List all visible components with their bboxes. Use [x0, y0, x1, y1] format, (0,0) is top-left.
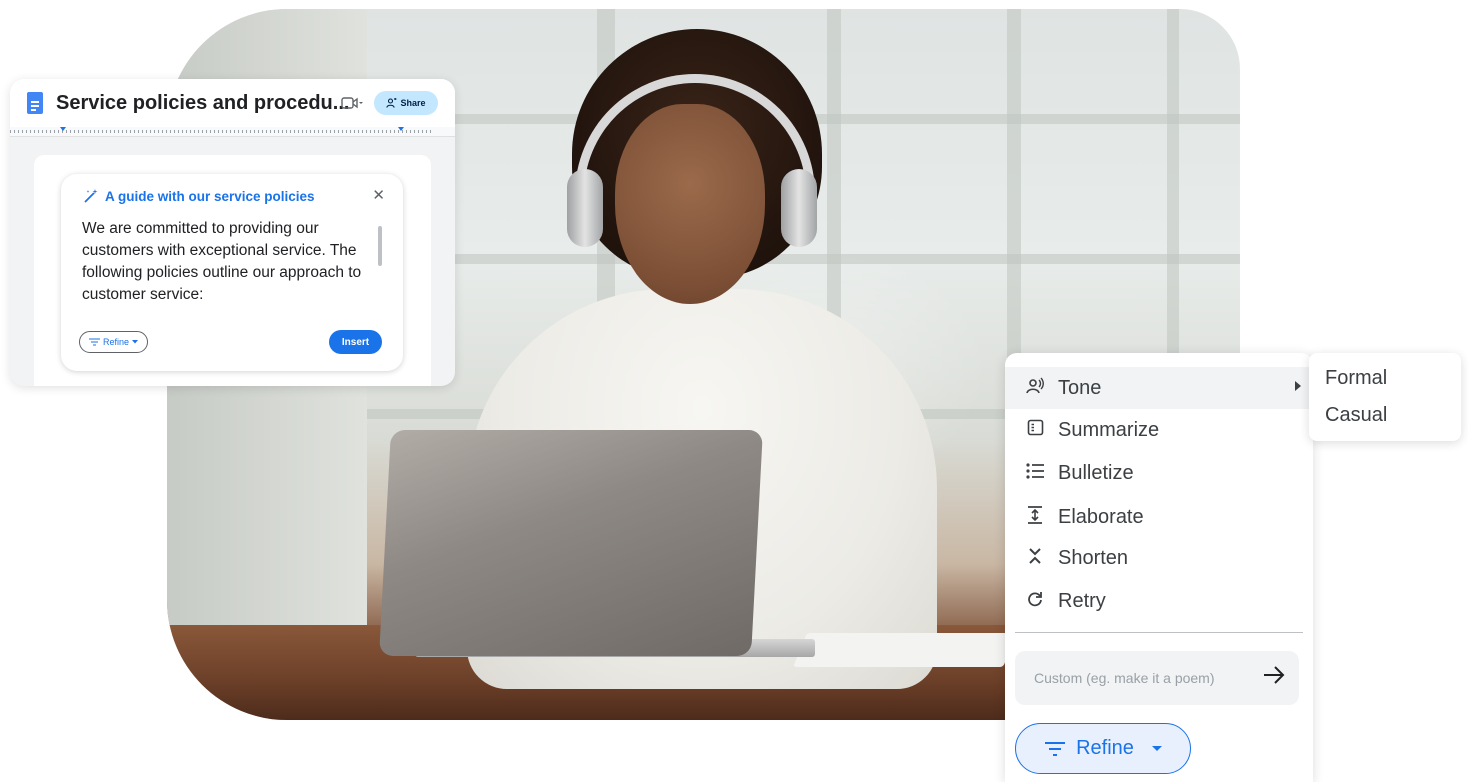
- refine-label: Refine: [1076, 737, 1134, 759]
- menu-item-label: Elaborate: [1058, 505, 1144, 528]
- tone-option-casual[interactable]: Casual: [1325, 404, 1387, 427]
- docs-icon: [27, 92, 43, 114]
- menu-divider: [1015, 632, 1303, 633]
- ai-card-body: We are committed to providing our custom…: [82, 220, 362, 303]
- share-button[interactable]: Share: [374, 91, 438, 115]
- headphone-cup: [567, 169, 603, 247]
- meet-icon[interactable]: [341, 96, 363, 112]
- ai-card-scrollbar[interactable]: [378, 226, 382, 266]
- tone-submenu: Formal Casual: [1309, 353, 1461, 441]
- menu-item-retry[interactable]: Retry: [1005, 580, 1313, 622]
- filter-icon: [1045, 741, 1066, 756]
- menu-item-label: Tone: [1058, 376, 1102, 399]
- menu-item-label: Bulletize: [1058, 461, 1134, 484]
- ruler-indent-marker[interactable]: [398, 127, 404, 131]
- menu-item-label: Summarize: [1058, 418, 1160, 441]
- send-arrow-icon[interactable]: [1263, 663, 1285, 691]
- magic-wand-icon: [84, 189, 98, 203]
- refine-small-button[interactable]: Refine: [79, 331, 148, 353]
- notebook: [793, 633, 1017, 667]
- refine-small-label: Refine: [102, 337, 129, 347]
- menu-item-shorten[interactable]: Shorten: [1005, 537, 1313, 579]
- ai-card-header: A guide with our service policies: [83, 188, 315, 204]
- ruler[interactable]: [10, 127, 455, 137]
- elaborate-icon: [1026, 505, 1044, 529]
- document-title[interactable]: Service policies and procedu...: [56, 92, 349, 115]
- menu-item-label: Retry: [1058, 589, 1106, 612]
- menu-item-label: Shorten: [1058, 546, 1129, 569]
- shorten-icon: [1026, 547, 1044, 570]
- refine-button[interactable]: Refine: [1015, 723, 1191, 774]
- insert-button[interactable]: Insert: [329, 330, 382, 354]
- share-person-icon: [386, 98, 397, 108]
- summarize-icon: [1026, 419, 1044, 441]
- tone-icon: [1026, 377, 1044, 400]
- ai-card-title: A guide with our service policies: [105, 188, 315, 204]
- caret-down-icon: [132, 340, 138, 344]
- custom-refine-input[interactable]: [1015, 651, 1299, 705]
- menu-item-elaborate[interactable]: Elaborate: [1005, 496, 1313, 538]
- bulletize-icon: [1026, 462, 1044, 484]
- menu-item-summarize[interactable]: Summarize: [1005, 409, 1313, 451]
- ruler-ticks: [10, 130, 433, 133]
- window-frame: [367, 254, 1240, 264]
- submenu-arrow-icon: [1295, 381, 1301, 391]
- filter-icon: [88, 338, 100, 346]
- ai-suggestion-card: A guide with our service policies ✕ We a…: [61, 174, 403, 371]
- docs-header: Service policies and procedu... Share: [10, 79, 455, 127]
- headphone-cup: [781, 169, 817, 247]
- retry-icon: [1026, 591, 1044, 612]
- tone-option-formal[interactable]: Formal: [1325, 367, 1387, 390]
- laptop: [379, 430, 763, 656]
- caret-down-icon: [1151, 746, 1162, 751]
- menu-item-tone[interactable]: Tone: [1005, 367, 1313, 409]
- refine-menu: Tone Summarize Bulletize Elaborate Short…: [1005, 353, 1313, 782]
- close-icon[interactable]: ✕: [372, 186, 385, 204]
- menu-item-bulletize[interactable]: Bulletize: [1005, 452, 1313, 494]
- ruler-indent-marker[interactable]: [60, 127, 66, 131]
- share-label: Share: [400, 98, 426, 108]
